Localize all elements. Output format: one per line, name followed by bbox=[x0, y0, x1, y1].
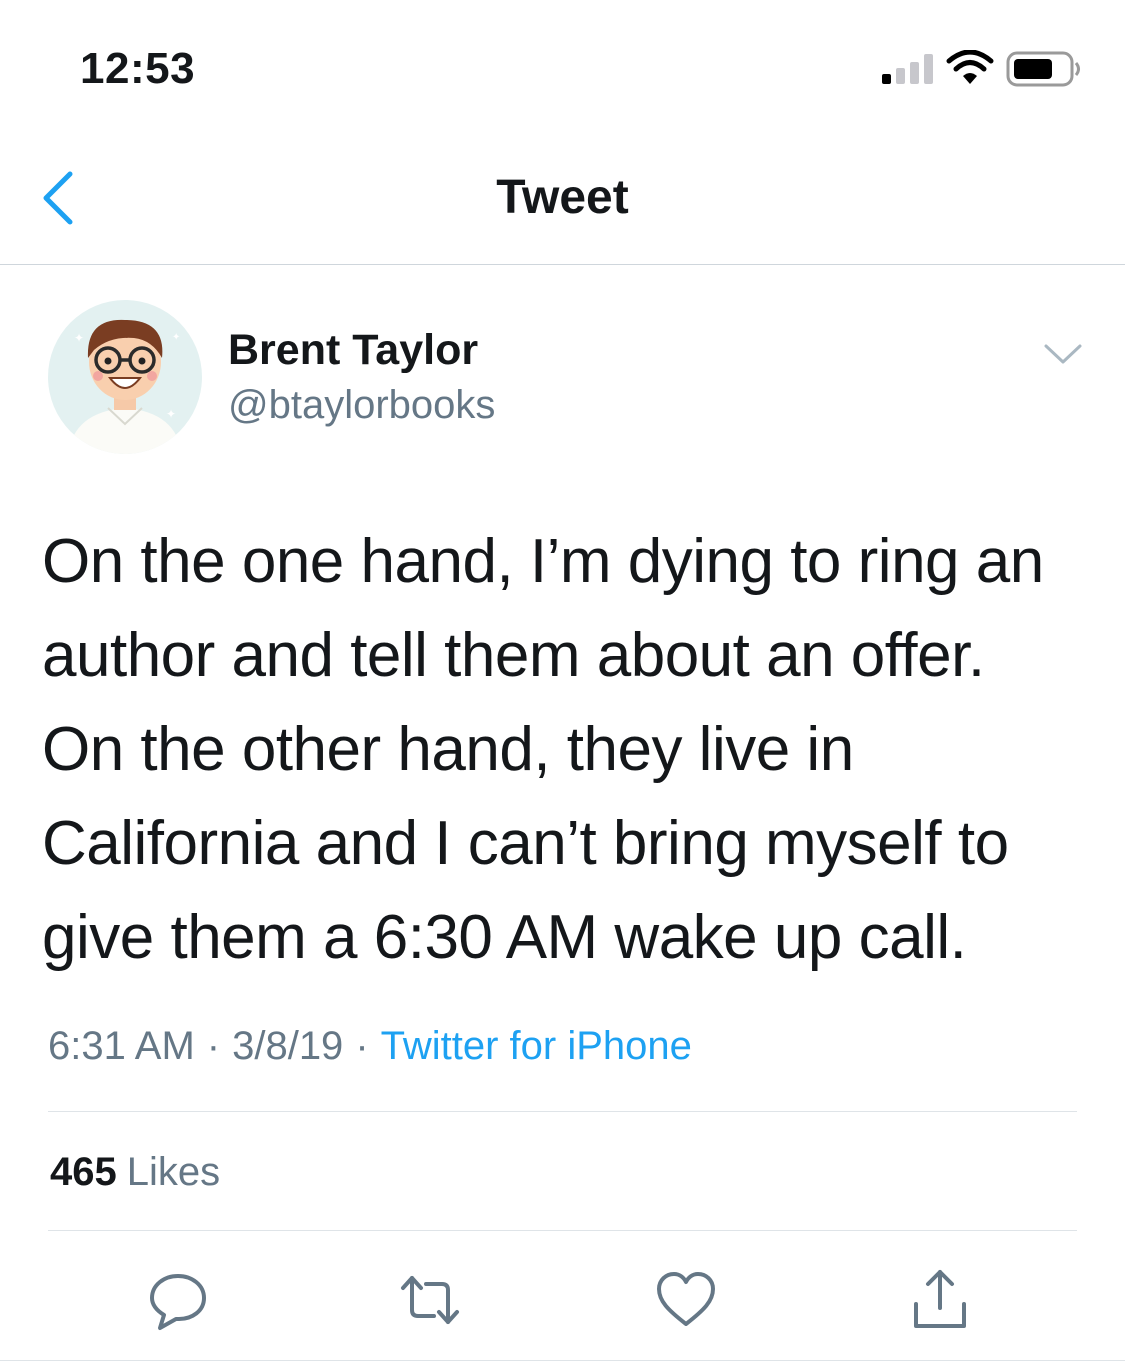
meta-separator: · bbox=[355, 1024, 369, 1068]
tweet-line: give them a 6:30 AM wake up call. bbox=[42, 903, 967, 972]
likes-count: 465 bbox=[50, 1150, 117, 1194]
page-title: Tweet bbox=[496, 171, 629, 224]
tweet-meta: 6:31 AM · 3/8/19 · Twitter for iPhone bbox=[48, 1024, 692, 1069]
meta-separator: · bbox=[206, 1024, 221, 1068]
tweet-date: 3/8/19 bbox=[232, 1024, 344, 1068]
status-time: 12:53 bbox=[80, 44, 196, 93]
tweet-time: 6:31 AM bbox=[48, 1024, 195, 1068]
wifi-icon bbox=[946, 50, 994, 84]
battery-icon bbox=[1006, 51, 1080, 87]
svg-text:✦: ✦ bbox=[172, 332, 180, 343]
likes-label: Likes bbox=[126, 1150, 221, 1194]
author-handle[interactable]: @btaylorbooks bbox=[228, 383, 495, 428]
svg-text:✦: ✦ bbox=[74, 331, 84, 345]
tweet-text: On the one hand, I’m dying to ring an au… bbox=[42, 515, 1102, 985]
avatar[interactable]: ✦ ✦ ✦ bbox=[48, 300, 202, 454]
tweet-source-link[interactable]: Twitter for iPhone bbox=[381, 1024, 692, 1068]
tweet-line: California and I can’t bring myself to bbox=[42, 809, 1009, 878]
divider bbox=[0, 1360, 1125, 1361]
likes-stat[interactable]: 465 Likes bbox=[50, 1150, 220, 1195]
tweet-line: On the one hand, I’m dying to ring an bbox=[42, 527, 1044, 596]
tweet-line: On the other hand, they live in bbox=[42, 715, 854, 784]
author-name[interactable]: Brent Taylor bbox=[228, 326, 478, 375]
svg-text:✦: ✦ bbox=[166, 407, 176, 421]
share-icon[interactable] bbox=[908, 1268, 972, 1332]
divider bbox=[48, 1230, 1077, 1231]
tweet-line: author and tell them about an offer. bbox=[42, 621, 985, 690]
heart-icon[interactable] bbox=[654, 1268, 718, 1332]
chevron-down-icon[interactable] bbox=[1040, 338, 1086, 368]
reply-icon[interactable] bbox=[146, 1268, 210, 1332]
nav-divider bbox=[0, 264, 1125, 265]
divider bbox=[48, 1111, 1077, 1112]
signal-icon bbox=[882, 54, 933, 84]
retweet-icon[interactable] bbox=[398, 1268, 462, 1332]
